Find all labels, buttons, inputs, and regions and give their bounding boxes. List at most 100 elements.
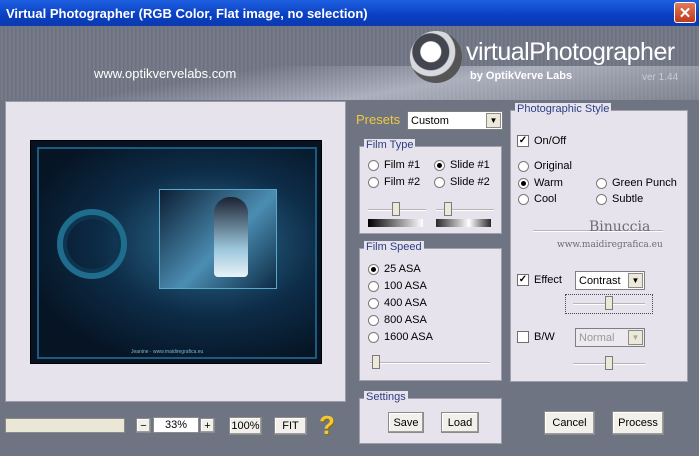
save-button[interactable]: Save xyxy=(388,412,424,433)
film-type-group: Film Type Film #1 Slide #1 Film #2 Slide… xyxy=(359,139,502,234)
film-slider-thumb[interactable] xyxy=(392,202,400,216)
radio-label: Warm xyxy=(534,177,563,189)
settings-title: Settings xyxy=(364,391,408,403)
bw-checkbox[interactable]: B/W xyxy=(517,331,555,343)
radio-label: Original xyxy=(534,160,572,172)
radio-original[interactable]: Original xyxy=(518,160,572,172)
radio-label: Film #2 xyxy=(384,176,421,188)
window-title: Virtual Photographer (RGB Color, Flat im… xyxy=(6,5,368,21)
watermark-site: www.maidiregrafica.eu xyxy=(557,240,663,250)
chevron-down-icon[interactable]: ▼ xyxy=(486,113,501,128)
save-label: Save xyxy=(393,416,419,429)
radio-label: Slide #1 xyxy=(450,159,490,171)
radio-button[interactable] xyxy=(518,177,529,189)
presets-select[interactable]: Custom ▼ xyxy=(407,111,503,130)
load-label: Load xyxy=(447,416,473,429)
speed-slider-thumb[interactable] xyxy=(372,355,380,369)
effect-slider-thumb[interactable] xyxy=(605,296,613,310)
radio-button[interactable] xyxy=(368,263,379,275)
radio-film-1[interactable]: Film #1 xyxy=(368,159,420,171)
website-link[interactable]: www.optikvervelabs.com xyxy=(94,66,236,81)
radio-button[interactable] xyxy=(368,331,379,343)
radio-button[interactable] xyxy=(596,193,607,205)
radio-label: Cool xyxy=(534,193,557,205)
radio-label: 400 ASA xyxy=(384,297,427,309)
radio-green-punch[interactable]: Green Punch xyxy=(596,177,677,189)
checkbox-label: B/W xyxy=(534,331,555,343)
effect-value: Contrast xyxy=(579,274,621,287)
preview-image[interactable]: Jeanine · www.maidiregrafica.eu xyxy=(30,140,322,364)
checkbox-label: Effect xyxy=(534,274,562,286)
cancel-button[interactable]: Cancel xyxy=(544,411,595,435)
radio-button[interactable] xyxy=(368,159,379,171)
effect-checkbox[interactable]: ✓ Effect xyxy=(517,274,562,286)
zoom-100-button[interactable]: 100% xyxy=(229,417,262,435)
radio-slide-1[interactable]: Slide #1 xyxy=(434,159,490,171)
bw-value: Normal xyxy=(579,331,615,344)
preview-frame: Jeanine · www.maidiregrafica.eu xyxy=(37,147,317,359)
radio-label: 1600 ASA xyxy=(384,331,433,343)
help-icon[interactable]: ? xyxy=(319,410,335,441)
checkbox-icon[interactable] xyxy=(517,331,529,343)
radio-button[interactable] xyxy=(368,176,379,188)
bw-select[interactable]: Normal ▼ xyxy=(575,328,645,347)
radio-button[interactable] xyxy=(368,297,379,309)
photographic-style-title: Photographic Style xyxy=(515,103,612,115)
chevron-down-icon[interactable]: ▼ xyxy=(628,330,643,345)
checkbox-label: On/Off xyxy=(534,135,567,147)
radio-warm[interactable]: Warm xyxy=(518,177,563,189)
zoom-out-button[interactable]: − xyxy=(136,418,151,433)
close-button[interactable]: ✕ xyxy=(674,2,696,23)
header-banner: www.optikvervelabs.com virtualPhotograph… xyxy=(0,26,699,100)
radio-label: 100 ASA xyxy=(384,280,427,292)
zoom-100-label: 100% xyxy=(231,420,260,432)
brand-byline: by OptikVerve Labs xyxy=(470,70,573,82)
radio-800-asa[interactable]: 800 ASA xyxy=(368,314,427,326)
load-button[interactable]: Load xyxy=(441,412,479,433)
radio-button[interactable] xyxy=(434,159,445,171)
radio-button[interactable] xyxy=(368,314,379,326)
title-bar: Virtual Photographer (RGB Color, Flat im… xyxy=(0,0,699,26)
fit-label: FIT xyxy=(282,420,299,432)
progress-bar xyxy=(5,418,125,433)
radio-subtle[interactable]: Subtle xyxy=(596,193,643,205)
process-button[interactable]: Process xyxy=(612,411,664,435)
zoom-in-button[interactable]: + xyxy=(200,418,215,433)
radio-25-asa[interactable]: 25 ASA xyxy=(368,263,421,275)
radio-slide-2[interactable]: Slide #2 xyxy=(434,176,490,188)
bw-slider-thumb[interactable] xyxy=(605,356,613,370)
radio-button[interactable] xyxy=(518,193,529,205)
radio-button[interactable] xyxy=(518,160,529,172)
zoom-value: 33% xyxy=(153,417,199,433)
preview-caption: Jeanine · www.maidiregrafica.eu xyxy=(131,349,204,355)
brand-name: virtualPhotographer xyxy=(466,38,675,66)
film-gradient-bar xyxy=(368,219,423,227)
radio-button[interactable] xyxy=(368,280,379,292)
checkbox-checked-icon[interactable]: ✓ xyxy=(517,135,529,147)
settings-group: Settings Save Load xyxy=(359,391,502,444)
plugin-window: Virtual Photographer (RGB Color, Flat im… xyxy=(0,0,699,456)
watermark-name: Binuccia xyxy=(589,219,651,235)
film-type-title: Film Type xyxy=(364,139,416,151)
onoff-checkbox[interactable]: ✓ On/Off xyxy=(517,135,566,147)
radio-cool[interactable]: Cool xyxy=(518,193,557,205)
radio-label: Slide #2 xyxy=(450,176,490,188)
photographic-style-group: Photographic Style ✓ On/Off Original Warm… xyxy=(510,103,688,382)
cancel-label: Cancel xyxy=(552,417,587,429)
radio-button[interactable] xyxy=(596,177,607,189)
checkbox-checked-icon[interactable]: ✓ xyxy=(517,274,529,286)
radio-label: Subtle xyxy=(612,193,644,205)
radio-400-asa[interactable]: 400 ASA xyxy=(368,297,427,309)
radio-button[interactable] xyxy=(434,176,445,188)
fit-button[interactable]: FIT xyxy=(274,417,307,435)
speed-slider-track xyxy=(370,362,490,364)
radio-1600-asa[interactable]: 1600 ASA xyxy=(368,331,433,343)
radio-100-asa[interactable]: 100 ASA xyxy=(368,280,427,292)
version-label: ver 1.44 xyxy=(642,72,679,83)
slide-gradient-bar xyxy=(436,219,491,227)
radio-film-2[interactable]: Film #2 xyxy=(368,176,420,188)
effect-select[interactable]: Contrast ▼ xyxy=(575,271,645,290)
slide-slider-thumb[interactable] xyxy=(444,202,452,216)
radio-label: 25 ASA xyxy=(384,263,421,275)
chevron-down-icon[interactable]: ▼ xyxy=(628,273,643,288)
